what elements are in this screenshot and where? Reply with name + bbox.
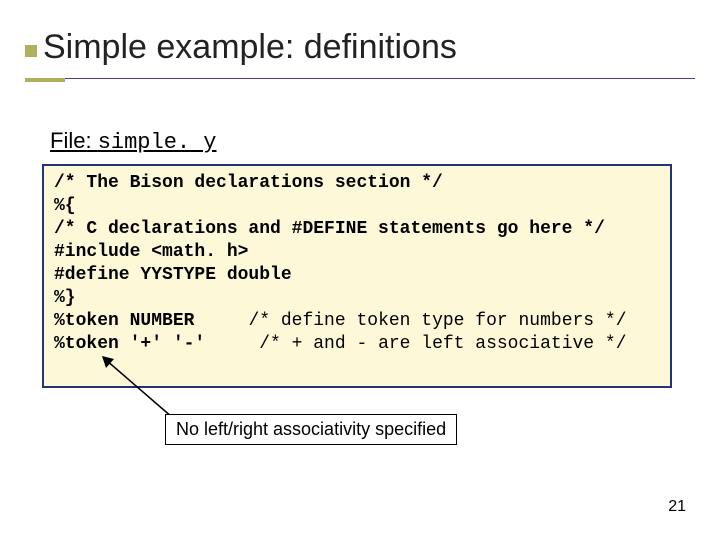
slide-title: Simple example: definitions (43, 28, 457, 67)
slide: Simple example: definitions File: simple… (0, 0, 720, 540)
title-accent-square (25, 45, 37, 57)
code-comment: /* define token type for numbers */ (194, 311, 626, 331)
code-line: %{ (54, 195, 660, 218)
file-label: File: simple. y (50, 128, 217, 155)
file-label-name: simple. y (98, 130, 217, 155)
title-row: Simple example: definitions (25, 28, 695, 67)
code-comment: /* + and - are left associative */ (205, 334, 626, 354)
title-underline (25, 78, 695, 79)
page-number: 21 (668, 498, 686, 516)
code-line: /* The Bison declarations section */ (54, 172, 660, 195)
code-token: %token NUMBER (54, 311, 194, 331)
code-box: /* The Bison declarations section */ %{ … (42, 164, 672, 388)
code-line: %} (54, 287, 660, 310)
file-label-prefix: File: (50, 128, 98, 153)
annotation-box: No left/right associativity specified (165, 414, 457, 445)
code-token: %token '+' '-' (54, 334, 205, 354)
code-line: %token NUMBER /* define token type for n… (54, 310, 660, 333)
code-line: %token '+' '-' /* + and - are left assoc… (54, 333, 660, 356)
code-line: #include <math. h> (54, 241, 660, 264)
title-underline-accent (25, 78, 65, 82)
code-line: /* C declarations and #DEFINE statements… (54, 218, 660, 241)
code-line: #define YYSTYPE double (54, 264, 660, 287)
